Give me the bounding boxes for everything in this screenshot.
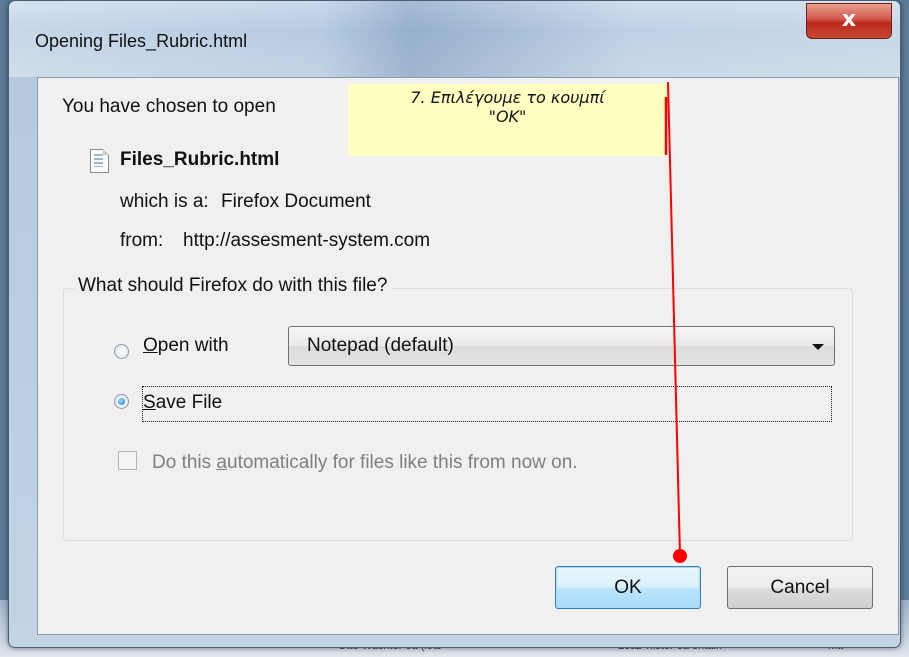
annotation-pointer [664, 81, 687, 563]
annotation-pointer-line [667, 81, 681, 557]
annotation-pointer-dot [673, 549, 687, 563]
